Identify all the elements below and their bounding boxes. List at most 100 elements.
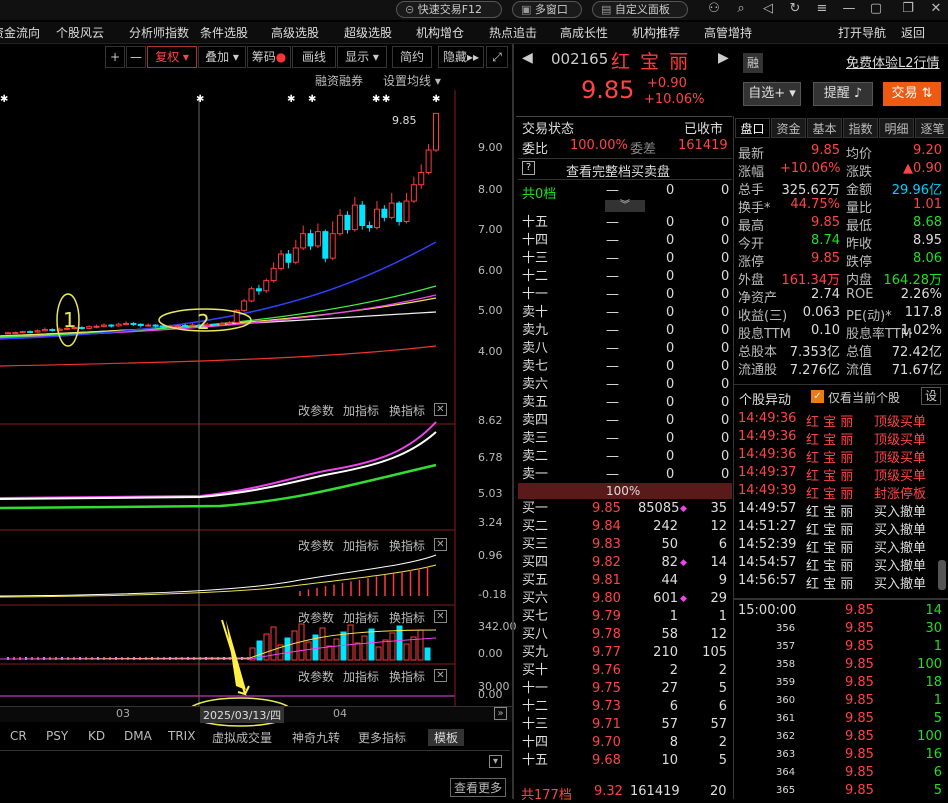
move-type[interactable]: 买入撤单 [874, 555, 926, 574]
event-star[interactable]: ✱ [196, 94, 204, 105]
indicator-tab-2[interactable]: KD [88, 729, 105, 743]
move-time[interactable]: 14:49:57 [738, 501, 796, 516]
trade-button[interactable]: 交易 ⇅ [883, 82, 941, 106]
menu-item-8[interactable]: 高成长性 [560, 24, 608, 41]
add-indicator-link[interactable]: 加指标 [343, 537, 379, 554]
change-params-link[interactable]: 改参数 [298, 609, 334, 626]
move-stock[interactable]: 红 宝 丽 [806, 447, 853, 466]
move-stock[interactable]: 红 宝 丽 [806, 465, 853, 484]
overlay-button[interactable]: 叠加 ▾ [198, 46, 246, 68]
quote-tab-1[interactable]: 资金 [771, 118, 806, 138]
switch-indicator-link[interactable]: 换指标 [389, 668, 425, 685]
move-type[interactable]: 买入撤单 [874, 537, 926, 556]
zoom-out-button[interactable]: — [126, 46, 146, 68]
draw-line-button[interactable]: 画线 [292, 46, 336, 68]
menu-item-11[interactable]: 打开导航 [838, 24, 886, 41]
hide-button[interactable]: 隐藏▸▸ [438, 46, 484, 68]
move-stock[interactable]: 红 宝 丽 [806, 519, 853, 538]
menu-item-0[interactable]: 资金流向 [0, 24, 40, 41]
splitter[interactable] [512, 44, 514, 799]
move-stock[interactable]: 红 宝 丽 [806, 573, 853, 592]
dropdown-icon[interactable]: ▾ [489, 755, 502, 768]
close-icon[interactable]: ✕ [928, 1, 944, 17]
remind-button[interactable]: 提醒 ♪ [813, 82, 873, 106]
move-type[interactable]: 买入撤单 [874, 501, 926, 520]
close-panel-icon[interactable]: ✕ [434, 669, 447, 682]
add-indicator-link[interactable]: 加指标 [343, 402, 379, 419]
move-stock[interactable]: 红 宝 丽 [806, 429, 853, 448]
indicator-tab-3[interactable]: DMA [124, 729, 152, 743]
move-type[interactable]: 顶级买单 [874, 411, 926, 430]
zoom-in-button[interactable]: + [105, 46, 125, 68]
only-current-label[interactable]: 仅看当前个股 [828, 389, 900, 406]
event-star[interactable]: ✱ [382, 94, 390, 105]
indicator-tab-7[interactable]: 更多指标 [358, 729, 406, 746]
event-star[interactable]: ✱ [0, 94, 8, 105]
move-time[interactable]: 14:49:36 [738, 429, 796, 444]
change-params-link[interactable]: 改参数 [298, 402, 334, 419]
switch-indicator-link[interactable]: 换指标 [389, 609, 425, 626]
event-star[interactable]: ✱ [308, 94, 316, 105]
menu-item-3[interactable]: 条件选股 [200, 24, 248, 41]
refresh-icon[interactable]: ↻ [787, 1, 803, 17]
self-select-button[interactable]: 自选+ ▾ [743, 82, 801, 106]
move-time[interactable]: 14:54:57 [738, 555, 796, 570]
minimize-icon[interactable]: — [841, 1, 857, 17]
event-star[interactable]: ✱ [432, 94, 440, 105]
indicator-tab-4[interactable]: TRIX [168, 729, 195, 743]
menu-item-5[interactable]: 超级选股 [344, 24, 392, 41]
margin-trading-link[interactable]: 融资融券 [315, 72, 363, 89]
move-type[interactable]: 买入撤单 [874, 519, 926, 538]
quote-tab-0[interactable]: 盘口 [735, 118, 770, 138]
add-indicator-link[interactable]: 加指标 [343, 668, 379, 685]
menu-item-2[interactable]: 分析师指数 [129, 24, 189, 41]
switch-indicator-link[interactable]: 换指标 [389, 537, 425, 554]
quote-tab-4[interactable]: 明细 [879, 118, 914, 138]
l2-trial-link[interactable]: 免费体验L2行情 [846, 52, 940, 71]
close-panel-icon[interactable]: ✕ [434, 610, 447, 623]
next-stock-icon[interactable]: ▶ [718, 50, 729, 66]
search-icon[interactable]: ⌕ [733, 1, 749, 17]
move-time[interactable]: 14:52:39 [738, 537, 796, 552]
scrollbar[interactable] [938, 560, 946, 590]
move-time[interactable]: 14:51:27 [738, 519, 796, 534]
change-params-link[interactable]: 改参数 [298, 537, 334, 554]
restore-right-button[interactable]: 复权 ▾ [147, 46, 197, 68]
simple-button[interactable]: 简约 [392, 46, 432, 68]
move-time[interactable]: 14:49:36 [738, 447, 796, 462]
menu-item-1[interactable]: 个股风云 [56, 24, 104, 41]
move-stock[interactable]: 红 宝 丽 [806, 555, 853, 574]
add-indicator-link[interactable]: 加指标 [343, 609, 379, 626]
move-time[interactable]: 14:49:37 [738, 465, 796, 480]
quote-tab-3[interactable]: 指数 [843, 118, 878, 138]
menu-item-4[interactable]: 高级选股 [271, 24, 319, 41]
maximize-icon[interactable]: ▢ [868, 1, 884, 17]
move-time[interactable]: 14:49:36 [738, 411, 796, 426]
close-panel-icon[interactable]: ✕ [434, 403, 447, 416]
indicator-tab-0[interactable]: CR [10, 729, 27, 743]
move-type[interactable]: 顶级买单 [874, 429, 926, 448]
move-type[interactable]: 顶级买单 [874, 447, 926, 466]
custom-panel-button[interactable]: ▤ 自定义面板 [592, 1, 688, 18]
quote-tab-2[interactable]: 基本 [807, 118, 842, 138]
indicator-tab-1[interactable]: PSY [46, 729, 68, 743]
scroll-right-icon[interactable]: » [494, 707, 507, 720]
display-button[interactable]: 显示 ▾ [337, 46, 387, 68]
close-panel-icon[interactable]: ✕ [434, 538, 447, 551]
quick-trade-button[interactable]: ⊝ 快速交易F12 [396, 1, 502, 18]
full-book-link[interactable]: 查看完整档买卖盘 [566, 161, 670, 180]
event-star[interactable]: ✱ [287, 94, 295, 105]
move-stock[interactable]: 红 宝 丽 [806, 483, 853, 502]
event-star[interactable]: ✱ [372, 94, 380, 105]
multi-window-button[interactable]: ▣ 多窗口 [512, 1, 582, 18]
settings-button[interactable]: 设 [921, 387, 941, 405]
menu-item-7[interactable]: 热点追击 [489, 24, 537, 41]
switch-indicator-link[interactable]: 换指标 [389, 402, 425, 419]
move-type[interactable]: 买入撤单 [874, 573, 926, 592]
move-time[interactable]: 14:56:57 [738, 573, 796, 588]
menu-item-6[interactable]: 机构增仓 [416, 24, 464, 41]
restore-window-icon[interactable]: ❐ [900, 1, 916, 17]
set-ma-link[interactable]: 设置均线 ▾ [383, 72, 441, 89]
back-icon[interactable]: ◁ [760, 1, 776, 17]
change-params-link[interactable]: 改参数 [298, 668, 334, 685]
